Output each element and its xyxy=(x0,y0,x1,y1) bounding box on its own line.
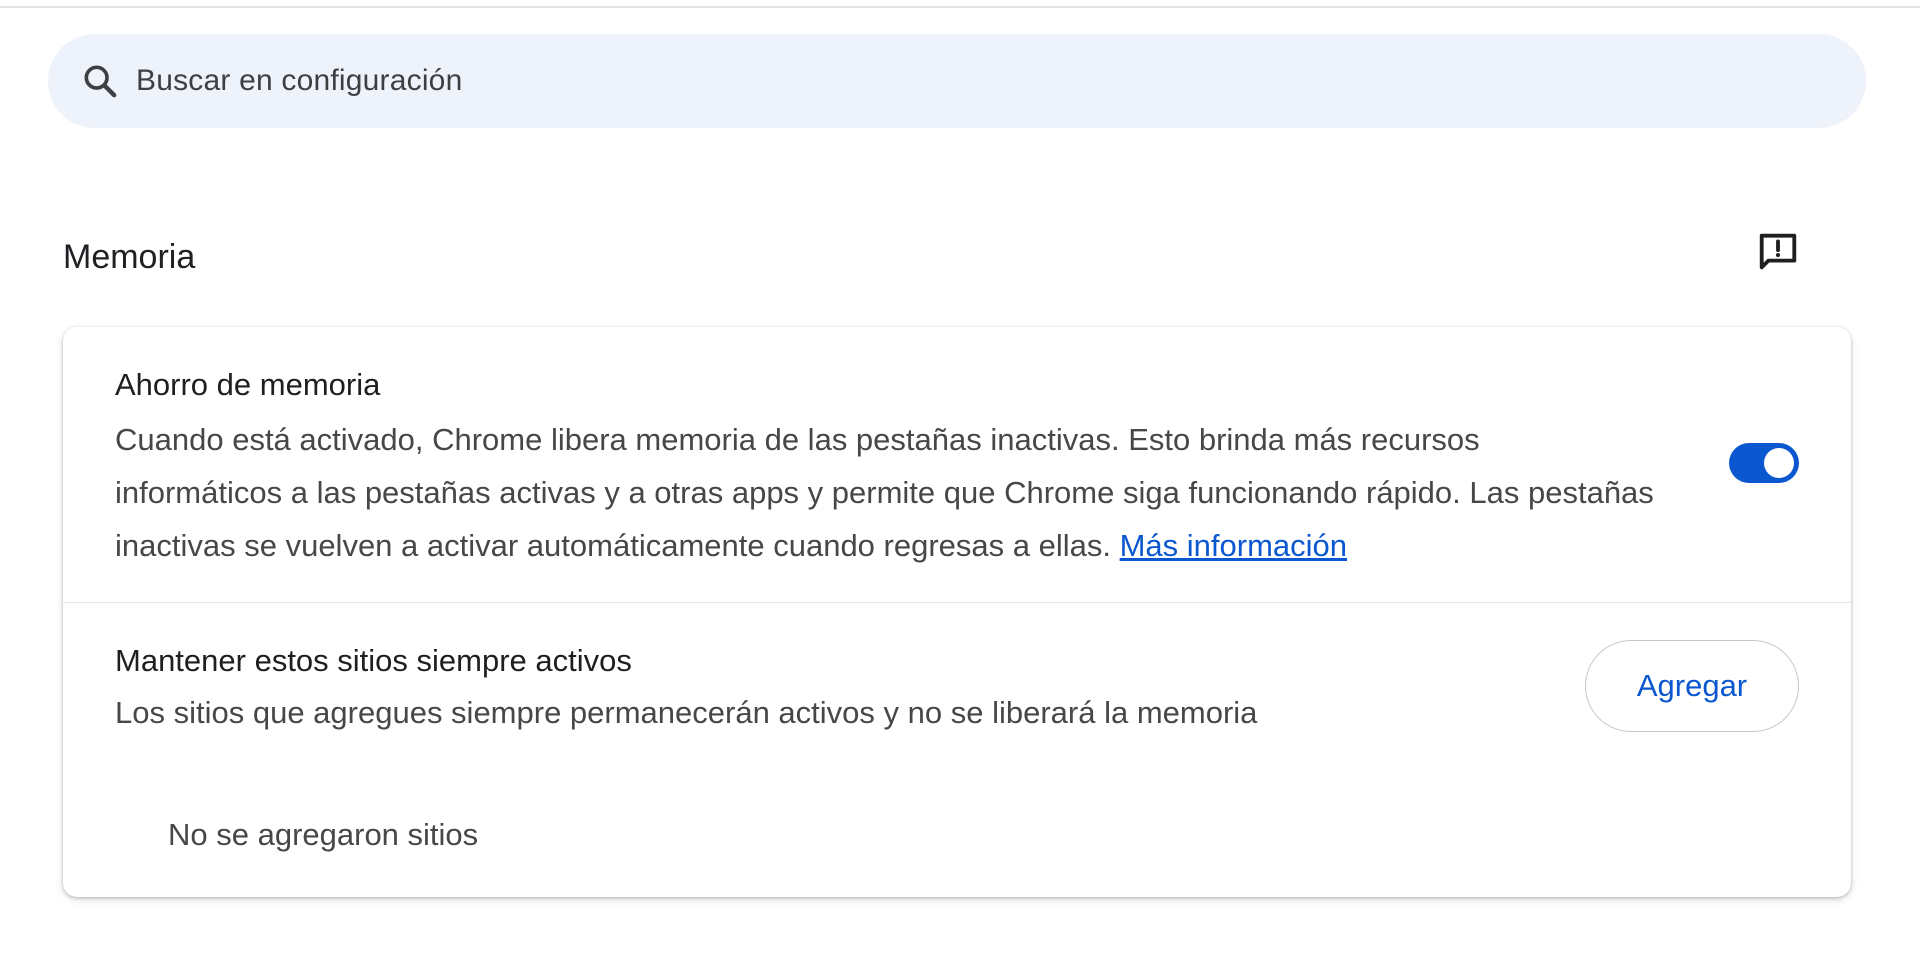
add-site-button[interactable]: Agregar xyxy=(1585,640,1799,732)
settings-search-bar[interactable]: Buscar en configuración xyxy=(48,34,1866,128)
toggle-knob xyxy=(1764,448,1794,478)
always-active-title: Mantener estos sitios siempre activos xyxy=(115,643,632,678)
row-divider xyxy=(63,602,1851,603)
section-title: Memoria xyxy=(63,238,196,276)
top-divider xyxy=(0,6,1920,8)
memory-saver-toggle[interactable] xyxy=(1729,443,1799,483)
always-active-description: Los sitios que agregues siempre permanec… xyxy=(115,695,1258,730)
empty-sites-label: No se agregaron sitios xyxy=(168,817,479,852)
feedback-icon[interactable] xyxy=(1754,228,1802,276)
memory-saver-title: Ahorro de memoria xyxy=(115,367,381,402)
memory-settings-card: Ahorro de memoria Cuando está activado, … xyxy=(63,327,1851,897)
memory-saver-row[interactable]: Ahorro de memoria Cuando está activado, … xyxy=(63,327,1851,602)
learn-more-link[interactable]: Más información xyxy=(1120,528,1347,563)
memory-saver-description-text: Cuando está activado, Chrome libera memo… xyxy=(115,422,1654,563)
search-input[interactable]: Buscar en configuración xyxy=(136,64,462,98)
search-icon xyxy=(78,59,122,103)
memory-saver-description: Cuando está activado, Chrome libera memo… xyxy=(115,413,1655,572)
